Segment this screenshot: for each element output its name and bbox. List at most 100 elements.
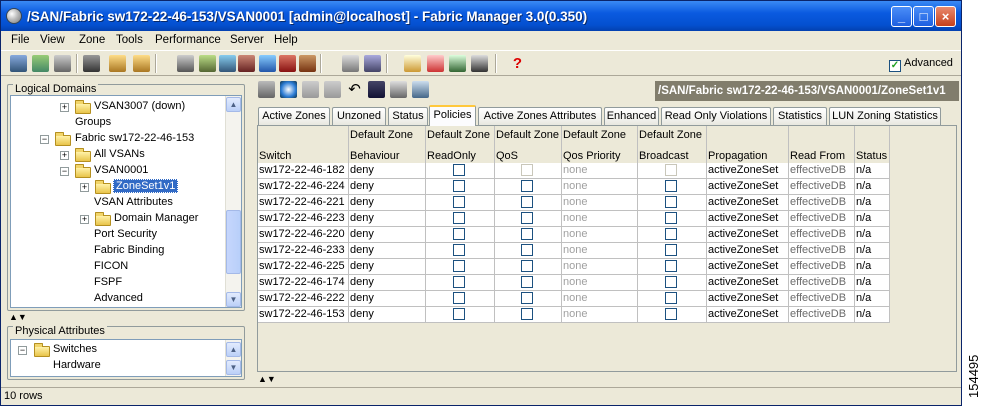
col-behaviour-header[interactable]: Default Zone Behaviour: [349, 126, 426, 164]
physical-attributes-tree[interactable]: − Switches Hardware ▲ ▼: [10, 339, 242, 377]
table-cell-behaviour[interactable]: deny: [349, 179, 426, 195]
ports-icon[interactable]: [177, 55, 194, 72]
expand-icon[interactable]: +: [80, 215, 89, 224]
checkbox[interactable]: [665, 292, 677, 304]
table-cell-behaviour[interactable]: deny: [349, 163, 426, 179]
checkbox[interactable]: [665, 196, 677, 208]
menu-file[interactable]: File: [11, 34, 30, 46]
paste-icon[interactable]: [324, 81, 341, 98]
lock-icon[interactable]: [109, 55, 126, 72]
checkbox[interactable]: [521, 276, 533, 288]
tree-vertical-scrollbar[interactable]: ▲ ▼: [225, 340, 241, 376]
alerts-icon[interactable]: [427, 55, 444, 72]
grid-icon[interactable]: [299, 55, 316, 72]
checkbox[interactable]: [453, 212, 465, 224]
col-switch-header[interactable]: Switch: [258, 126, 349, 164]
chart-icon[interactable]: [279, 55, 296, 72]
checkbox[interactable]: [521, 164, 533, 176]
refresh-icon[interactable]: [280, 81, 297, 98]
table-cell-propagation[interactable]: activeZoneSet: [707, 291, 789, 307]
checkbox[interactable]: [453, 260, 465, 272]
print-icon[interactable]: [390, 81, 407, 98]
table-cell-behaviour[interactable]: deny: [349, 211, 426, 227]
undo-icon[interactable]: ↶: [346, 81, 363, 98]
find-icon[interactable]: [54, 55, 71, 72]
title-bar[interactable]: /SAN/Fabric sw172-22-46-153/VSAN0001 [ad…: [1, 1, 961, 31]
zone-icon[interactable]: [199, 55, 216, 72]
col-broadcast-header[interactable]: Default Zone Broadcast: [638, 126, 707, 164]
checkbox[interactable]: [453, 244, 465, 256]
tree-node-vsan3007[interactable]: VSAN3007 (down): [94, 100, 185, 112]
checkbox[interactable]: [665, 164, 677, 176]
tree-node-vsan0001[interactable]: VSAN0001: [94, 164, 148, 176]
table-cell-propagation[interactable]: activeZoneSet: [707, 307, 789, 323]
menu-help[interactable]: Help: [274, 34, 298, 46]
tree-node-ficon[interactable]: FICON: [94, 260, 128, 272]
discover-icon[interactable]: [32, 55, 49, 72]
checkbox[interactable]: [521, 244, 533, 256]
checkbox[interactable]: [521, 212, 533, 224]
table-cell-behaviour[interactable]: deny: [349, 195, 426, 211]
tree-node-domain-manager[interactable]: Domain Manager: [114, 212, 198, 224]
table-cell-propagation[interactable]: activeZoneSet: [707, 259, 789, 275]
table-cell-propagation[interactable]: activeZoneSet: [707, 163, 789, 179]
tree-node-hardware[interactable]: Hardware: [53, 359, 101, 371]
scroll-down-icon[interactable]: ▼: [226, 292, 241, 307]
checkbox[interactable]: [453, 164, 465, 176]
table-cell-propagation[interactable]: activeZoneSet: [707, 195, 789, 211]
tree-node-fabric[interactable]: Fabric sw172-22-46-153: [75, 132, 194, 144]
checkbox[interactable]: [453, 308, 465, 320]
expand-icon[interactable]: +: [60, 103, 69, 112]
menu-performance[interactable]: Performance: [155, 34, 221, 46]
col-status-header[interactable]: Status: [855, 126, 890, 164]
splitter-arrows-icon[interactable]: ▲▼: [9, 312, 27, 322]
tab-unzoned[interactable]: Unzoned: [332, 107, 386, 125]
col-propagation-header[interactable]: Propagation: [707, 126, 789, 164]
advanced-checkbox[interactable]: ✓: [889, 60, 901, 72]
table-cell-behaviour[interactable]: deny: [349, 259, 426, 275]
checkbox[interactable]: [453, 276, 465, 288]
col-qos-priority-header[interactable]: Default Zone Qos Priority: [562, 126, 638, 164]
users-icon[interactable]: [133, 55, 150, 72]
tab-active-zones-attributes[interactable]: Active Zones Attributes: [478, 107, 602, 125]
tree-node-vsan-attributes[interactable]: VSAN Attributes: [94, 196, 173, 208]
checkbox[interactable]: [453, 292, 465, 304]
event-icon[interactable]: [238, 55, 255, 72]
summary-icon[interactable]: [364, 55, 381, 72]
table-cell-behaviour[interactable]: deny: [349, 243, 426, 259]
table-cell-propagation[interactable]: activeZoneSet: [707, 243, 789, 259]
table-cell-behaviour[interactable]: deny: [349, 291, 426, 307]
expand-icon[interactable]: +: [60, 151, 69, 160]
table-icon[interactable]: [258, 81, 275, 98]
checkbox[interactable]: [665, 228, 677, 240]
tab-lun-zoning-statistics[interactable]: LUN Zoning Statistics: [829, 107, 941, 125]
checkbox[interactable]: [665, 180, 677, 192]
open-icon[interactable]: [10, 55, 27, 72]
collapse-icon[interactable]: −: [18, 346, 27, 355]
tree-node-fspf[interactable]: FSPF: [94, 276, 122, 288]
expand-icon[interactable]: +: [80, 183, 89, 192]
col-readonly-header[interactable]: Default Zone ReadOnly: [426, 126, 495, 164]
checkbox[interactable]: [665, 260, 677, 272]
checkbox[interactable]: [521, 260, 533, 272]
table-cell-propagation[interactable]: activeZoneSet: [707, 211, 789, 227]
checkbox[interactable]: [665, 244, 677, 256]
terminal-icon[interactable]: [471, 55, 488, 72]
checkbox[interactable]: [453, 196, 465, 208]
table-cell-behaviour[interactable]: deny: [349, 307, 426, 323]
table-cell-propagation[interactable]: activeZoneSet: [707, 227, 789, 243]
switch-icon[interactable]: [83, 55, 100, 72]
menu-server[interactable]: Server: [230, 34, 264, 46]
menu-view[interactable]: View: [40, 34, 65, 46]
tab-policies[interactable]: Policies: [429, 105, 476, 126]
advanced-toggle[interactable]: ✓ Advanced: [889, 57, 953, 72]
tree-node-groups[interactable]: Groups: [75, 116, 111, 128]
tree-vertical-scrollbar[interactable]: ▲ ▼: [225, 96, 241, 307]
scroll-thumb[interactable]: [226, 210, 241, 274]
tree-node-fabric-binding[interactable]: Fabric Binding: [94, 244, 164, 256]
performance-icon[interactable]: [404, 55, 421, 72]
tab-enhanced[interactable]: Enhanced: [604, 107, 659, 125]
checkbox[interactable]: [453, 180, 465, 192]
monitor-icon[interactable]: [449, 55, 466, 72]
checkbox[interactable]: [665, 308, 677, 320]
